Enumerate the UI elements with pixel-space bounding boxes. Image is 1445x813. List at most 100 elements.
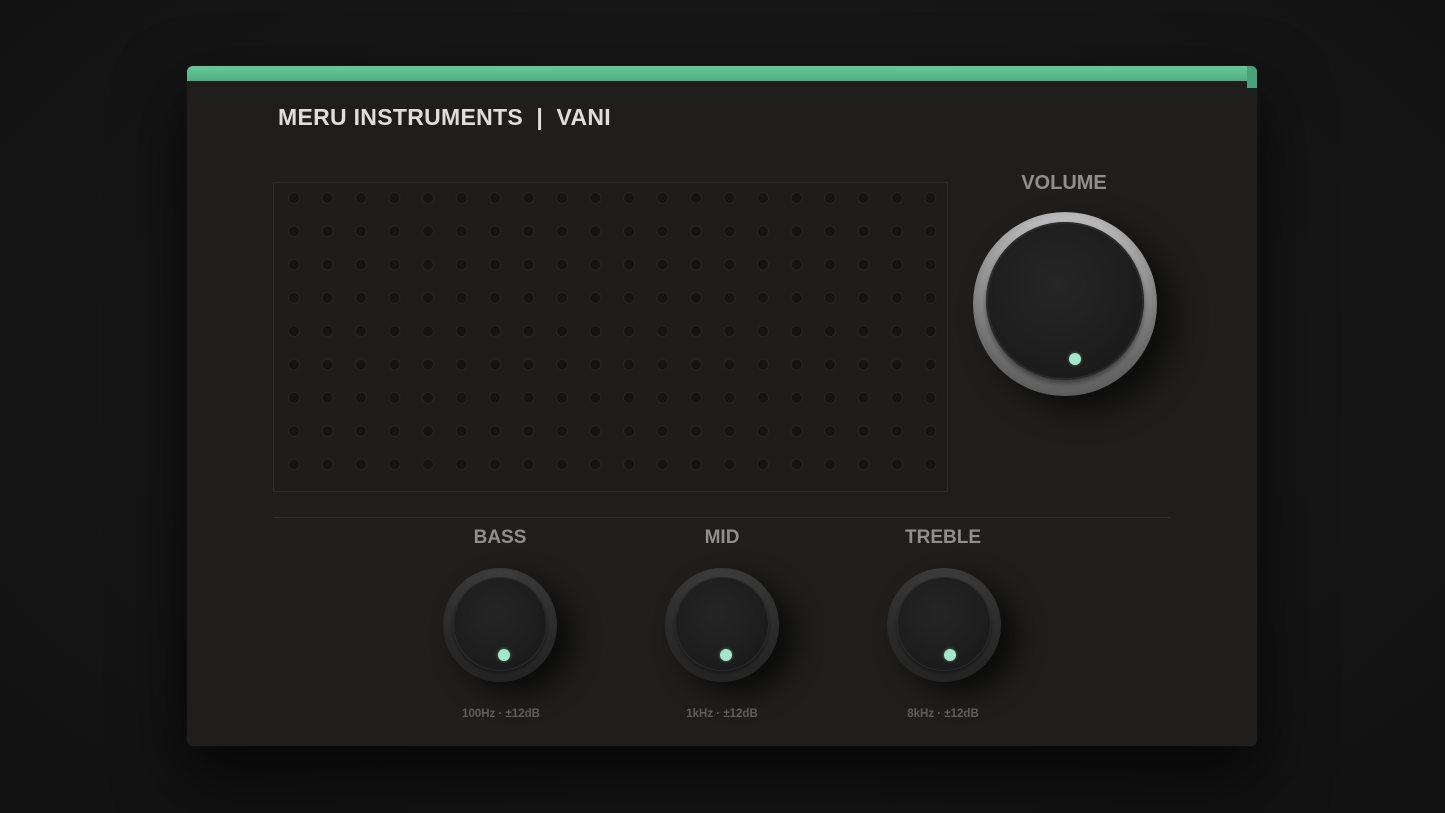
grille-hole <box>891 291 903 304</box>
grille-hole <box>891 325 903 338</box>
grille-hole <box>656 458 669 471</box>
grille-hole <box>656 325 669 338</box>
grille-hole <box>790 458 803 471</box>
grille-hole <box>455 192 468 204</box>
grille-hole <box>757 225 769 238</box>
grille-hole <box>422 458 434 471</box>
grille-hole <box>321 358 334 371</box>
grille-hole <box>723 458 736 471</box>
grille-hole <box>455 458 468 471</box>
grille-hole <box>422 358 434 371</box>
bass-spec: 100Hz · ±12dB <box>462 708 540 720</box>
grille-hole <box>723 192 736 204</box>
grille-hole <box>321 458 334 471</box>
grille-hole <box>723 425 736 438</box>
grille-hole <box>891 225 903 238</box>
grille-hole <box>857 258 870 271</box>
grille-hole <box>455 391 468 404</box>
grille-hole <box>757 192 769 204</box>
grille-hole <box>690 291 702 304</box>
grille-hole <box>857 358 870 371</box>
grille-hole <box>589 325 602 338</box>
grille-hole <box>656 291 669 304</box>
grille-hole <box>824 458 836 471</box>
grille-hole <box>288 458 300 471</box>
grille-hole <box>824 192 836 204</box>
grille-hole <box>288 358 300 371</box>
grille-hole <box>288 391 300 404</box>
grille-hole <box>422 225 434 238</box>
grille-hole <box>891 192 903 204</box>
grille-hole <box>690 192 702 204</box>
grille-hole <box>522 291 535 304</box>
grille-hole <box>757 358 769 371</box>
grille-hole <box>790 258 803 271</box>
grille-hole <box>589 425 602 438</box>
grille-hole <box>723 291 736 304</box>
grille-hole <box>690 258 702 271</box>
grille-hole <box>355 358 367 371</box>
grille-hole <box>924 391 937 404</box>
grille-hole <box>857 192 870 204</box>
grille-hole <box>455 291 468 304</box>
grille-hole <box>489 225 501 238</box>
grille-hole <box>321 291 334 304</box>
grille-hole <box>690 425 702 438</box>
grille-hole <box>556 425 568 438</box>
grille-hole <box>857 225 870 238</box>
grille-hole <box>388 225 401 238</box>
volume-knob[interactable] <box>973 212 1157 396</box>
treble-knob[interactable] <box>887 568 1001 682</box>
speaker-grille <box>273 182 948 492</box>
grille-hole <box>355 225 367 238</box>
grille-hole <box>388 325 401 338</box>
grille-hole <box>489 258 501 271</box>
grille-hole <box>623 391 635 404</box>
grille-hole <box>924 225 937 238</box>
grille-hole <box>288 425 300 438</box>
grille-hole <box>489 458 501 471</box>
grille-hole <box>455 258 468 271</box>
grille-hole <box>522 458 535 471</box>
grille-hole <box>321 325 334 338</box>
grille-hole <box>489 425 501 438</box>
grille-hole <box>522 325 535 338</box>
grille-hole <box>355 325 367 338</box>
grille-hole <box>623 358 635 371</box>
grille-hole <box>589 458 602 471</box>
grille-hole <box>589 291 602 304</box>
grille-hole <box>422 192 434 204</box>
bass-knob-cap <box>453 577 547 671</box>
grille-hole <box>790 192 803 204</box>
grille-hole <box>288 325 300 338</box>
grille-hole <box>388 192 401 204</box>
grille-hole <box>522 391 535 404</box>
grille-hole <box>388 258 401 271</box>
grille-hole <box>455 225 468 238</box>
grille-hole <box>489 291 501 304</box>
grille-hole <box>355 458 367 471</box>
grille-hole <box>422 291 434 304</box>
grille-hole <box>656 358 669 371</box>
grille-hole <box>723 325 736 338</box>
mid-knob[interactable] <box>665 568 779 682</box>
grille-hole <box>790 225 803 238</box>
grille-hole <box>388 458 401 471</box>
grille-hole <box>857 291 870 304</box>
grille-hole <box>891 458 903 471</box>
grille-hole <box>556 391 568 404</box>
bass-knob[interactable] <box>443 568 557 682</box>
grille-hole <box>790 291 803 304</box>
grille-hole <box>824 391 836 404</box>
grille-hole <box>924 425 937 438</box>
grille-hole <box>522 358 535 371</box>
grille-hole <box>757 258 769 271</box>
treble-label: TREBLE <box>905 527 981 548</box>
grille-hole <box>556 325 568 338</box>
grille-hole <box>589 391 602 404</box>
grille-hole <box>757 425 769 438</box>
grille-hole <box>723 258 736 271</box>
grille-hole <box>455 325 468 338</box>
grille-hole <box>422 425 434 438</box>
grille-hole <box>723 358 736 371</box>
